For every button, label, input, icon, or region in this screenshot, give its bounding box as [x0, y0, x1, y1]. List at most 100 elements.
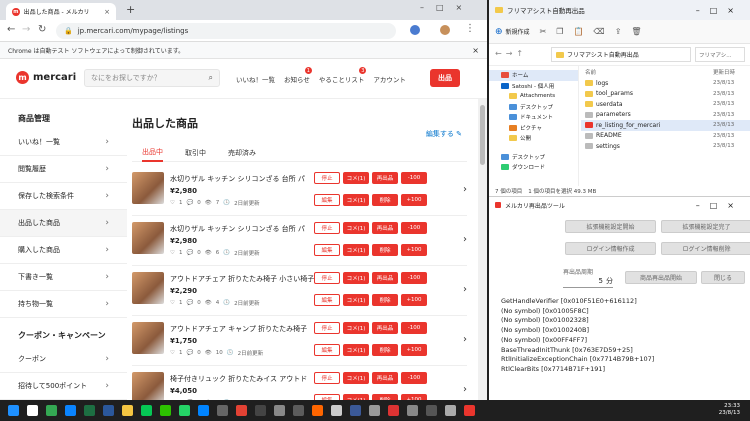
nav-item[interactable]: デスクトップ: [489, 152, 578, 163]
table-row[interactable]: アウトドアチェア キャンプ 折りたたみ椅子 ¥1,750 ♡ 1 💬 0 👁 10 🕓 2日前更新…: [132, 318, 467, 366]
edit-link[interactable]: 編集する ✎: [426, 129, 462, 139]
back-icon[interactable]: ←: [7, 24, 15, 35]
start-icon[interactable]: [8, 405, 19, 416]
login-delete-button[interactable]: ログイン情報削除: [661, 242, 750, 255]
cut-icon[interactable]: ✂: [540, 27, 547, 36]
forward-icon[interactable]: →: [22, 24, 30, 35]
nav-likes[interactable]: いいね！一覧: [236, 74, 275, 84]
comment-button[interactable]: コメ(1): [343, 222, 369, 234]
item-thumbnail[interactable]: [132, 222, 164, 254]
delete-icon[interactable]: 🗑: [631, 27, 641, 36]
list-item-button[interactable]: 出品: [430, 69, 460, 87]
delete-button[interactable]: 削除: [372, 194, 398, 206]
app-icon[interactable]: [426, 405, 437, 416]
app-icon[interactable]: [293, 405, 304, 416]
item-thumbnail[interactable]: [132, 172, 164, 204]
chevron-right-icon[interactable]: ›: [463, 184, 467, 195]
infobar-close-icon[interactable]: ×: [472, 46, 479, 55]
extension-icon[interactable]: [410, 25, 420, 35]
edit-button[interactable]: 編集: [314, 294, 340, 306]
sidebar-item-history[interactable]: 閲覧履歴 ›: [0, 156, 127, 183]
relist-button[interactable]: 再出品: [372, 322, 398, 334]
list-item[interactable]: logs 23/8/13: [581, 78, 750, 89]
app-icon[interactable]: [369, 405, 380, 416]
nav-item[interactable]: ダウンロード: [489, 162, 578, 173]
path-box[interactable]: フリマアシスト自動再出品: [551, 47, 691, 62]
window-controls[interactable]: –□×: [420, 3, 474, 12]
system-clock[interactable]: 23:33 23/8/13: [719, 403, 740, 417]
search-icon[interactable]: [27, 405, 38, 416]
explorer-icon[interactable]: [122, 405, 133, 416]
app-icon[interactable]: [350, 405, 361, 416]
comment-button[interactable]: コメ(1): [343, 294, 369, 306]
browser-tab[interactable]: m 出品した商品 - メルカリ ×: [6, 3, 116, 20]
chrome-icon[interactable]: [46, 405, 57, 416]
relist-button[interactable]: 再出品: [372, 372, 398, 384]
sidebar-item-drafts[interactable]: 下書き一覧 ›: [0, 264, 127, 291]
app-icon[interactable]: [331, 405, 342, 416]
price-up-button[interactable]: +100: [401, 294, 427, 306]
item-title[interactable]: アウトドアチェア キャンプ 折りたたみ椅子: [170, 324, 320, 334]
new-tab-button[interactable]: +: [126, 3, 135, 16]
start-relisting-button[interactable]: 商品再出品開始: [625, 271, 697, 284]
comment-button[interactable]: コメ(1): [343, 322, 369, 334]
tab-on-sale[interactable]: 出品中: [142, 144, 163, 162]
nav-item[interactable]: Attachments: [489, 91, 578, 102]
edge-icon[interactable]: [65, 405, 76, 416]
price-up-button[interactable]: +100: [401, 344, 427, 356]
nav-todo[interactable]: やることリスト 3: [319, 67, 367, 84]
col-name[interactable]: 名前: [585, 68, 596, 76]
price-down-button[interactable]: -100: [401, 372, 427, 384]
delete-button[interactable]: 削除: [372, 344, 398, 356]
messenger-icon[interactable]: [198, 405, 209, 416]
chevron-right-icon[interactable]: ›: [463, 234, 467, 245]
nav-account[interactable]: アカウント: [373, 74, 406, 84]
relist-button[interactable]: 再出品: [372, 272, 398, 284]
explorer-search[interactable]: フリマアシ...: [695, 47, 745, 62]
delete-button[interactable]: 削除: [372, 294, 398, 306]
settings-icon[interactable]: [217, 405, 228, 416]
comment-button[interactable]: コメ(1): [343, 172, 369, 184]
nav-item[interactable]: ピクチャ: [489, 123, 578, 134]
chevron-right-icon[interactable]: ›: [463, 334, 467, 345]
price-down-button[interactable]: -100: [401, 222, 427, 234]
sidebar-item-belongings[interactable]: 持ち物一覧 ›: [0, 291, 127, 318]
window-controls[interactable]: –□×: [696, 6, 744, 15]
chevron-right-icon[interactable]: ›: [463, 384, 467, 395]
window-controls[interactable]: –□×: [696, 201, 744, 210]
nav-notifications[interactable]: お知らせ 1: [284, 67, 312, 84]
avatar[interactable]: [440, 25, 450, 35]
media-icon[interactable]: [236, 405, 247, 416]
list-item[interactable]: re_listing_for_mercari 23/8/13: [581, 120, 750, 131]
sidebar-item-purchased[interactable]: 購入した商品 ›: [0, 237, 127, 264]
search-icon[interactable]: ⌕: [209, 73, 213, 83]
app-icon[interactable]: [255, 405, 266, 416]
nav-item[interactable]: 公開: [489, 133, 578, 144]
nav-arrows-icon[interactable]: ←→↑: [495, 49, 527, 58]
wechat-icon[interactable]: [160, 405, 171, 416]
sidebar-item-listings[interactable]: 出品した商品 ›: [0, 210, 127, 237]
list-item[interactable]: README 23/8/13: [581, 131, 750, 142]
item-thumbnail[interactable]: [132, 372, 164, 400]
tool-icon[interactable]: [464, 405, 475, 416]
comment-button[interactable]: コメ(1): [343, 272, 369, 284]
edit-button[interactable]: 編集: [314, 194, 340, 206]
search-input[interactable]: なにをお探しですか？ ⌕: [84, 69, 220, 87]
line-icon[interactable]: [141, 405, 152, 416]
table-row[interactable]: アウトドアチェア 折りたたみ椅子 小さい椅子 ¥2,290 ♡ 1 💬 0 👁 4 🕓 2日前更新…: [132, 268, 467, 316]
app-icon[interactable]: [407, 405, 418, 416]
sidebar-item-saved-search[interactable]: 保存した検索条件 ›: [0, 183, 127, 210]
mercari-logo[interactable]: m mercari: [16, 71, 76, 84]
price-up-button[interactable]: +100: [401, 244, 427, 256]
extension-setup-start-button[interactable]: 拡張機能設定開始: [565, 220, 656, 233]
nav-item[interactable]: デスクトップ: [489, 102, 578, 113]
comment-button[interactable]: コメ(1): [343, 244, 369, 256]
price-down-button[interactable]: -100: [401, 172, 427, 184]
login-create-button[interactable]: ログイン情報作成: [565, 242, 656, 255]
col-date[interactable]: 更新日時: [713, 68, 735, 76]
edit-button[interactable]: 編集: [314, 244, 340, 256]
excel-icon[interactable]: [84, 405, 95, 416]
nav-item[interactable]: Satoshi - 個人用: [489, 81, 578, 92]
copy-icon[interactable]: ❐: [556, 27, 563, 36]
item-thumbnail[interactable]: [132, 272, 164, 304]
